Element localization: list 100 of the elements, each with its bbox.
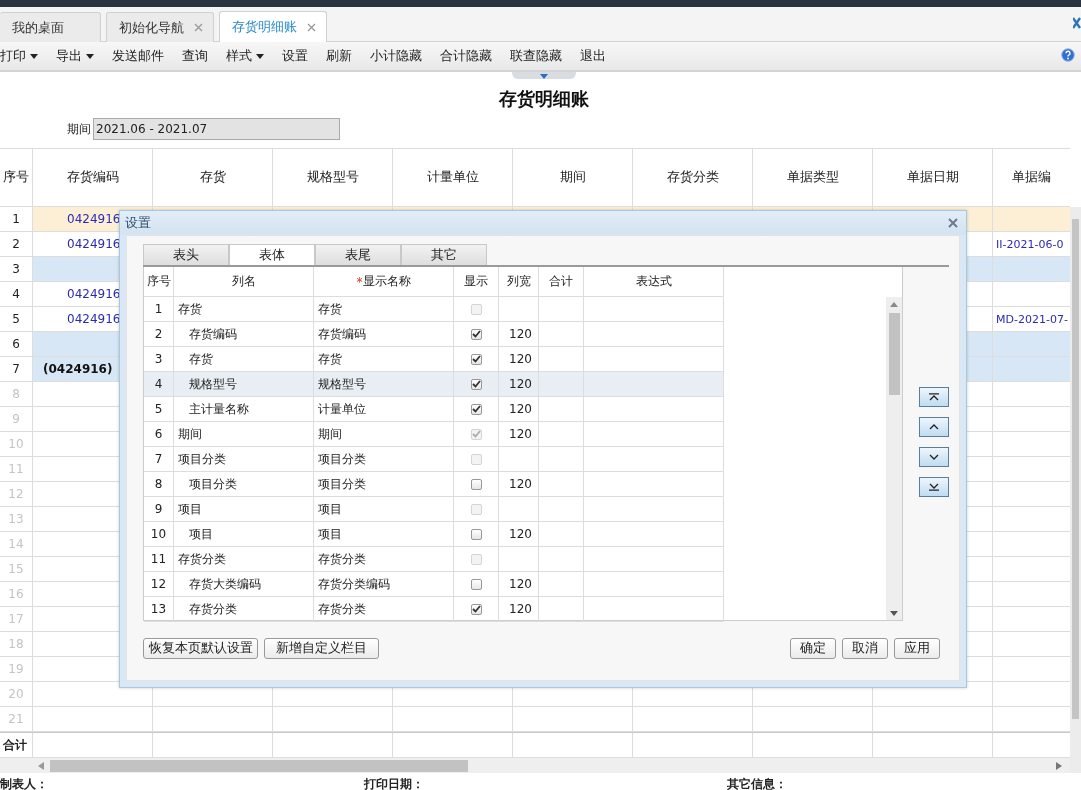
row-number: 8 [12,387,20,401]
row-number: 5 [154,402,163,416]
table-cell: 存货 [178,300,202,318]
scrollbar[interactable] [1070,207,1081,773]
table-cell: MD-2021-07- [996,312,1068,326]
table-cell: 项目分类 [189,475,237,493]
table-cell: 项目分类 [318,475,366,493]
row-number: 1 [12,212,20,226]
toolbar-button[interactable]: 发送邮件 [103,43,173,69]
tab[interactable]: 表尾 [315,244,401,265]
close-icon[interactable] [948,218,958,228]
move-bottom-button[interactable] [919,477,949,497]
close-icon[interactable] [194,23,203,32]
tab[interactable]: 初始化导航 [106,12,214,42]
toolbar-button[interactable]: 设置 [273,43,317,69]
collapse-handle[interactable] [511,72,576,79]
row-number: 7 [12,362,20,376]
table-cell: 期间 [318,425,342,443]
chevron-bottom-icon [928,483,940,491]
scroll-down-icon[interactable] [890,611,898,616]
table-cell: 120 [509,427,532,441]
scrollbar[interactable] [0,758,1070,773]
column-header: 合计 [539,267,584,297]
scroll-thumb[interactable] [1072,219,1079,719]
row-number: 4 [154,377,163,391]
table-cell: 项目分类 [178,450,226,468]
scroll-left-icon[interactable] [38,761,44,770]
row-number: 10 [8,437,24,451]
tab[interactable]: 表体 [229,244,315,265]
caret-icon [256,53,264,59]
move-up-button[interactable] [919,417,949,437]
table-cell: 0424916 [67,237,121,251]
tab[interactable]: 其它 [401,244,487,265]
scroll-thumb[interactable] [888,313,900,395]
dialog-button[interactable]: 新增自定义栏目 [264,638,379,659]
table-cell: 0424916 [67,312,121,326]
scrollbar[interactable] [886,297,902,620]
table-cell: 0424916 [67,287,121,301]
toolbar-button[interactable]: 查询 [173,43,217,69]
row-number: 5 [12,312,20,326]
move-down-button[interactable] [919,447,949,467]
close-icon[interactable] [307,22,316,32]
column-header: 列名 [174,267,314,297]
tab[interactable]: 表头 [143,244,229,265]
dialog-button[interactable]: 取消 [842,638,888,659]
row-number: 4 [12,287,20,301]
column-header: 表达式 [584,267,724,297]
row-number: 11 [150,552,167,566]
row-number: 11 [8,462,24,476]
table-cell: 120 [509,602,532,616]
tab[interactable]: 我的桌面 [0,12,101,42]
row-number: 9 [154,502,163,516]
row-number: 14 [8,537,24,551]
chevron-top-icon [928,393,940,401]
toolbar-button[interactable]: 打印 [0,43,47,69]
help-icon[interactable] [1061,48,1075,62]
table-cell: II-2021-06-0 [996,237,1064,251]
footer-label: 打印日期： [364,776,424,790]
table-cell: 项目分类 [318,450,366,468]
total-label: 合计 [3,736,27,754]
dialog-title: 设置 [125,214,151,232]
table-cell: (0424916) [43,362,113,376]
table-cell: 120 [509,527,532,541]
column-header: 序号 [144,267,174,297]
dialog-button[interactable]: 确定 [790,638,836,659]
row-number: 7 [154,452,163,466]
table-cell: 120 [509,402,532,416]
close-icon[interactable] [1073,17,1081,29]
dialog-button[interactable]: 恢复本页默认设置 [143,638,258,659]
dialog-button[interactable]: 应用 [894,638,940,659]
tab[interactable]: 存货明细账 [219,11,327,42]
table-cell: 120 [509,477,532,491]
table-cell: 存货编码 [189,325,237,343]
scroll-right-icon[interactable] [1056,762,1062,770]
move-top-button[interactable] [919,387,949,407]
table-cell: 存货分类 [178,550,226,568]
table-cell: 存货分类编码 [318,575,390,593]
table-cell: 存货分类 [318,550,366,568]
toolbar-button[interactable]: 导出 [47,43,103,69]
row-number: 9 [12,412,20,426]
toolbar-button[interactable]: 合计隐藏 [431,43,501,69]
toolbar-button[interactable]: 样式 [217,43,273,69]
row-number: 16 [8,587,24,601]
row-number: 6 [12,337,20,351]
toolbar-button[interactable]: 退出 [571,43,615,69]
toolbar-button[interactable]: 联查隐藏 [501,43,571,69]
table-cell: 期间 [178,425,202,443]
row-number: 13 [150,602,167,616]
table-cell: 0424916 [67,212,121,226]
period-field[interactable]: 2021.06 - 2021.07 [93,118,340,140]
column-header: 列宽 [499,267,539,297]
table-cell: 120 [509,327,532,341]
footer-label: 制表人： [0,776,48,790]
toolbar-button[interactable]: 小计隐藏 [361,43,431,69]
table-cell: 项目 [318,500,342,518]
table-cell: 120 [509,352,532,366]
row-number: 6 [154,427,163,441]
toolbar-button[interactable]: 刷新 [317,43,361,69]
row-number: 2 [12,237,20,251]
scroll-thumb[interactable] [50,759,468,772]
